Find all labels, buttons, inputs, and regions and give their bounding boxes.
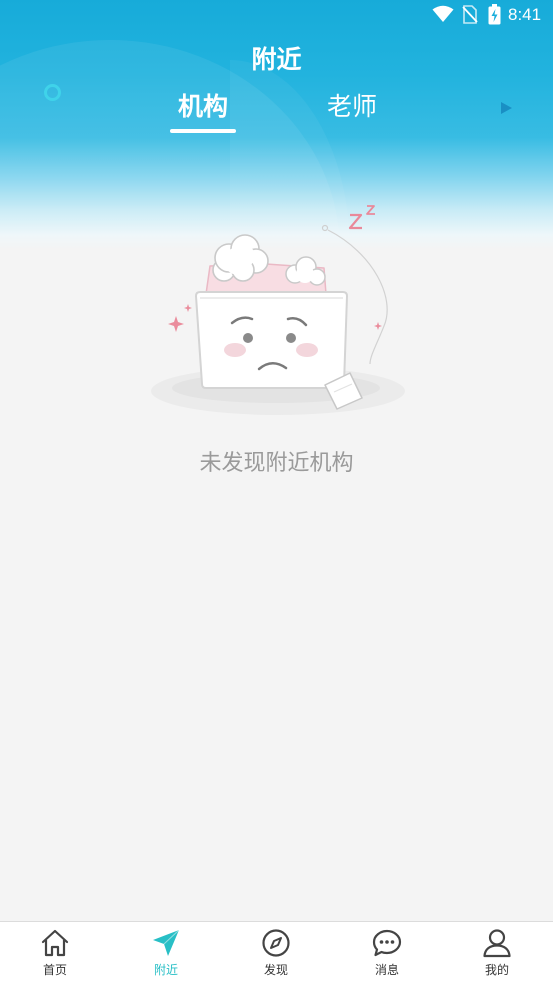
home-icon	[41, 929, 69, 957]
nav-item-messages[interactable]: 消息	[332, 922, 442, 983]
tab-institutions[interactable]: 机构	[143, 87, 263, 123]
decor-ring	[44, 84, 61, 101]
no-sim-icon	[462, 5, 478, 24]
status-bar: 8:41	[0, 0, 553, 30]
bottom-nav: 首页 附近 发现 消息 我的	[0, 921, 553, 983]
nav-label-profile: 我的	[484, 963, 509, 977]
decor-triangle	[501, 102, 512, 114]
status-time: 8:41	[508, 5, 542, 24]
nav-item-nearby[interactable]: 附近	[111, 922, 221, 983]
battery-charging-icon	[488, 4, 501, 25]
nav-item-discover[interactable]: 发现	[221, 922, 331, 983]
wifi-icon	[432, 5, 454, 22]
nav-label-discover: 发现	[263, 963, 288, 977]
location-arrow-icon	[153, 929, 180, 956]
nav-item-home[interactable]: 首页	[0, 922, 110, 983]
user-icon	[483, 929, 511, 958]
nav-label-home: 首页	[42, 963, 67, 977]
page-title: 附近	[251, 46, 302, 74]
tab-active-indicator	[170, 129, 236, 133]
compass-icon	[262, 929, 290, 957]
nav-label-nearby: 附近	[153, 963, 178, 977]
nearby-screen: 8:41 附近 机构 老师 未发现附近机构 首页 附近 发现 消息 我的	[0, 0, 553, 983]
tab-teachers[interactable]: 老师	[292, 87, 412, 123]
nav-label-messages: 消息	[374, 963, 399, 977]
empty-state-message: 未发现附近机构	[199, 450, 354, 475]
empty-box-sad-face-icon	[151, 205, 405, 415]
nav-item-profile[interactable]: 我的	[442, 922, 552, 983]
chat-bubble-icon	[372, 929, 402, 957]
